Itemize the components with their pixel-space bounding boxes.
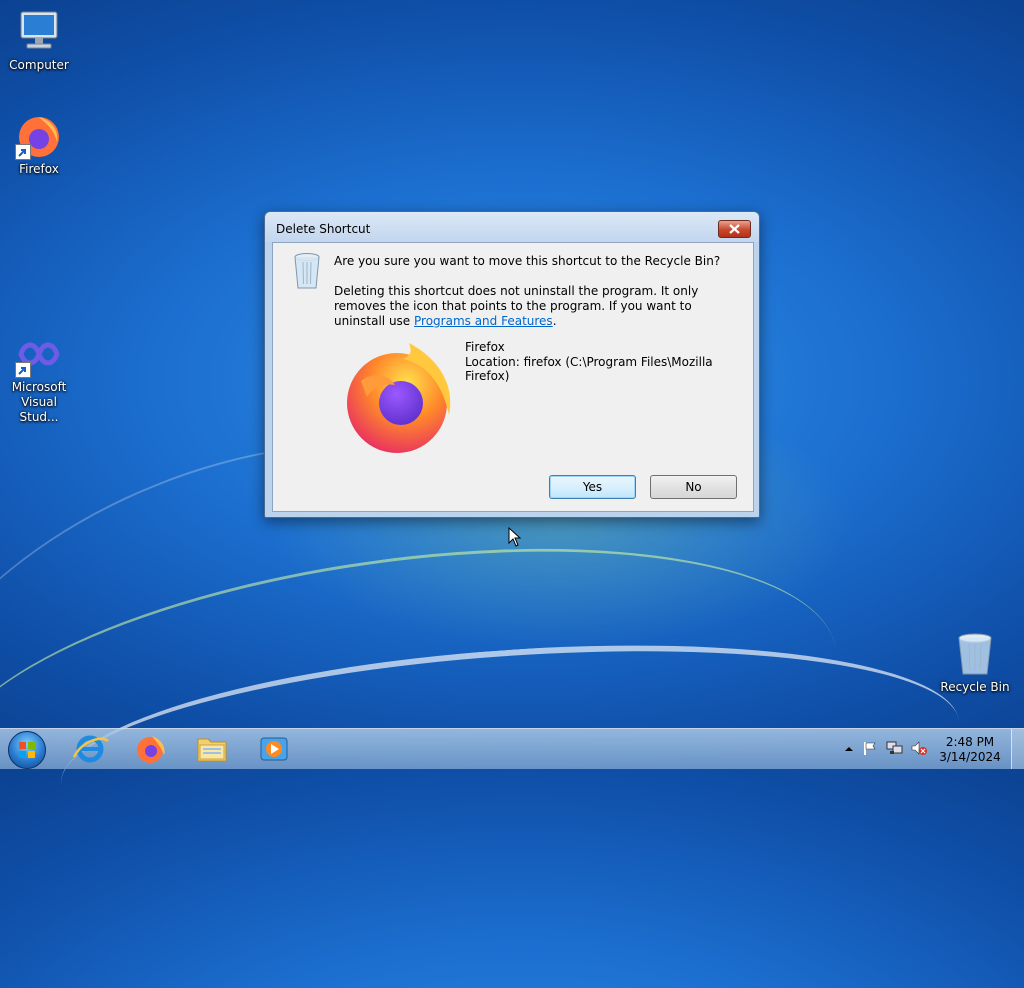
programs-and-features-link[interactable]: Programs and Features [414, 314, 553, 328]
desktop-icon-label: Firefox [19, 162, 59, 176]
network-icon[interactable] [886, 740, 904, 759]
desktop-icon-recycle-bin[interactable]: Recycle Bin [937, 630, 1013, 695]
firefox-icon [137, 736, 165, 763]
desktop-icon-label: Recycle Bin [940, 680, 1010, 694]
volume-muted-icon[interactable] [910, 740, 928, 759]
start-button[interactable] [8, 731, 46, 769]
desktop-icon-computer[interactable]: Computer [1, 8, 77, 73]
taskbar-firefox[interactable] [124, 731, 176, 767]
computer-icon [15, 8, 63, 56]
item-name: Firefox [465, 340, 505, 354]
firefox-icon [15, 112, 63, 160]
confirm-detail: Deleting this shortcut does not uninstal… [334, 284, 734, 329]
internet-explorer-icon [72, 735, 109, 763]
desktop-icon-label: Computer [9, 58, 69, 72]
desktop-icon-visual-studio[interactable]: Microsoft Visual Stud... [1, 330, 77, 425]
file-explorer-icon [197, 738, 227, 762]
recycle-bin-icon [951, 630, 999, 678]
mouse-cursor-icon [508, 526, 522, 547]
shortcut-arrow-icon [15, 362, 31, 378]
taskbar: 2:48 PM 3/14/2024 [0, 728, 1024, 769]
media-player-icon [260, 737, 288, 761]
desktop-icon-firefox[interactable]: Firefox [1, 112, 77, 177]
desktop-icon-label: Visual Stud... [19, 395, 59, 424]
visual-studio-icon [15, 330, 63, 378]
no-button[interactable]: No [650, 475, 737, 499]
desktop-icon-label: Microsoft [11, 380, 67, 394]
wallpaper-swoosh [0, 498, 857, 925]
show-hidden-icons-icon[interactable] [844, 743, 854, 757]
firefox-icon [343, 341, 455, 455]
system-tray: 2:48 PM 3/14/2024 [834, 729, 1024, 769]
yes-button[interactable]: Yes [549, 475, 636, 499]
show-desktop-button[interactable] [1011, 729, 1024, 769]
dialog-titlebar[interactable]: Delete Shortcut [265, 212, 759, 242]
taskbar-internet-explorer[interactable] [64, 731, 116, 767]
action-center-flag-icon[interactable] [862, 740, 878, 759]
delete-shortcut-dialog: Delete Shortcut Are you sure you want to… [264, 211, 760, 518]
confirm-question: Are you sure you want to move this short… [334, 254, 721, 268]
recycle-bin-icon [290, 251, 324, 291]
shortcut-arrow-icon [15, 144, 31, 160]
close-button[interactable] [718, 220, 751, 238]
taskbar-file-explorer[interactable] [186, 731, 238, 767]
dialog-title: Delete Shortcut [276, 222, 371, 236]
windows-logo-icon [19, 742, 35, 758]
taskbar-media-player[interactable] [248, 731, 300, 767]
dialog-body: Are you sure you want to move this short… [272, 242, 754, 512]
item-location: Location: firefox (C:\Program Files\Mozi… [465, 355, 713, 383]
detail-text-end: . [552, 314, 557, 328]
close-icon [729, 224, 740, 234]
clock[interactable]: 2:48 PM 3/14/2024 [938, 735, 1002, 765]
clock-date: 3/14/2024 [939, 750, 1001, 764]
clock-time: 2:48 PM [945, 735, 995, 749]
